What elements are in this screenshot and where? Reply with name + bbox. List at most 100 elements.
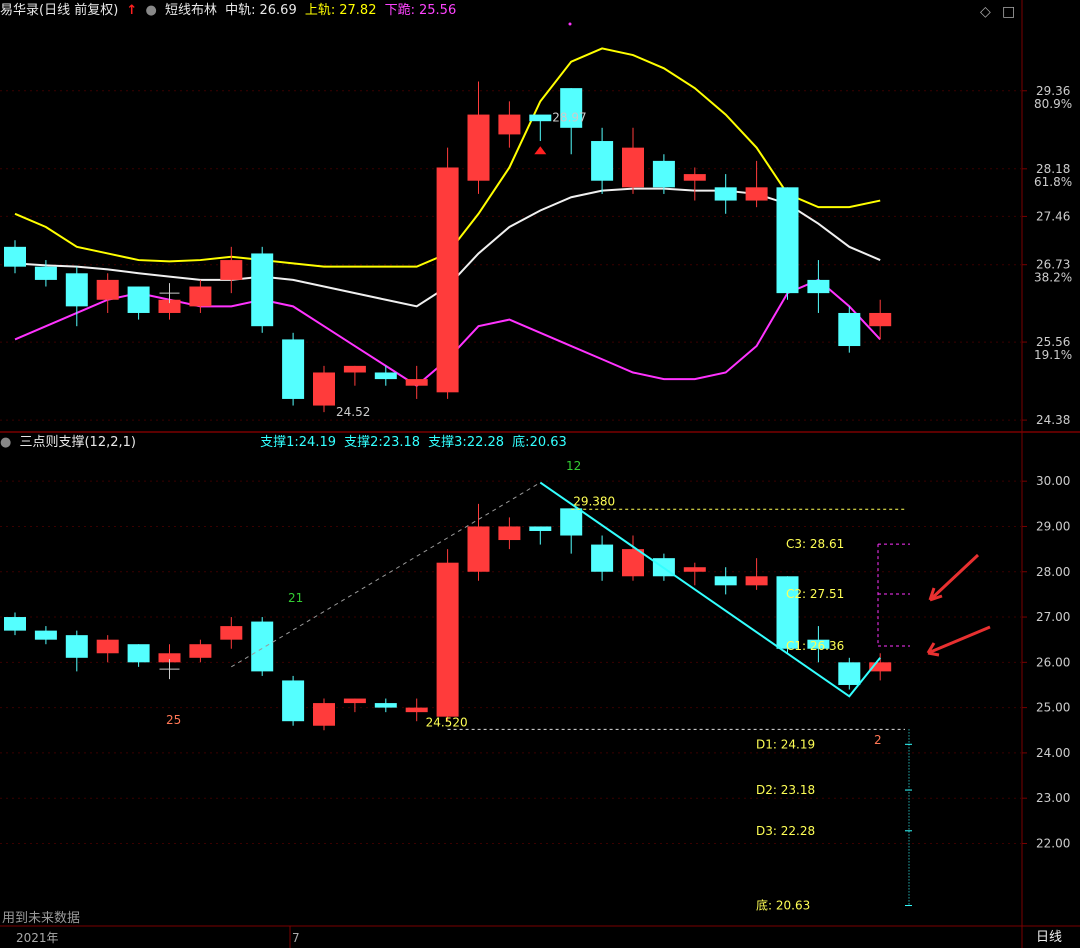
future-data-note: 用到未来数据 — [2, 911, 81, 926]
mid-value: 26.69 — [259, 3, 297, 18]
bottom-value: 20.63 — [529, 435, 567, 450]
p2-candle-body — [282, 680, 305, 722]
p1-candle-body — [436, 167, 459, 393]
mid-label: 中轨: — [225, 3, 256, 18]
p2-candle-body — [374, 703, 397, 708]
p1-candle-body — [869, 312, 892, 327]
trough-label: 24.520 — [426, 715, 468, 729]
stock-chart[interactable]: 29.36 28.18 27.46 26.73 25.56 24.38 80.9% 61.8%… — [0, 0, 1080, 948]
p1-candle-body — [251, 253, 274, 327]
stock-title[interactable]: 易华录(日线 前复权) — [0, 3, 118, 18]
p1-candle-body — [127, 286, 150, 313]
price-label: 28.00 — [1036, 565, 1070, 579]
x-axis-month: 7 — [292, 931, 300, 945]
support3-value: 22.28 — [466, 435, 505, 450]
period-selector[interactable]: 日线 — [1036, 928, 1062, 948]
p1-candle-body — [343, 365, 366, 373]
p1-candle-body — [745, 187, 768, 201]
marker-dot — [568, 22, 572, 26]
p1-candle-body — [189, 286, 212, 307]
support1-label: 支撑1: — [260, 435, 299, 450]
p1-candle-body — [776, 187, 799, 294]
lower-value: 25.56 — [419, 3, 457, 18]
price-label: 27.46 — [1036, 209, 1070, 223]
p2-candle-body — [220, 626, 243, 640]
p2-candle-body — [436, 562, 459, 717]
price-label: 26.00 — [1036, 655, 1070, 669]
support2-value: 23.18 — [382, 435, 421, 450]
p1-candle-body — [467, 114, 490, 181]
count-label: 25 — [166, 713, 181, 727]
p1-candle-body — [220, 260, 243, 280]
price-label: 30.00 — [1036, 474, 1070, 488]
p2-candle-body — [313, 703, 335, 726]
price-label: 23.00 — [1036, 791, 1070, 805]
panel1-header: 易华录(日线 前复权) ↑ ● 短线布林 中轨: 26.69 上轨: 27.82 下… — [0, 0, 460, 22]
panel2-title[interactable]: 三点则支撑(12,2,1) — [19, 435, 136, 450]
low-price-label: 24.52 — [336, 405, 370, 419]
count-label: 21 — [288, 591, 303, 605]
zigzag-dashed-line — [231, 482, 541, 668]
p1-candle-body — [374, 372, 397, 380]
annotation-arrow-icon — [926, 625, 991, 657]
p1-candle-body — [652, 160, 675, 188]
p2-candle-body — [560, 508, 583, 536]
support1-value: 24.19 — [298, 435, 336, 450]
support3-label: 支撑3: — [428, 435, 467, 450]
price-label: 25.56 — [1036, 335, 1070, 349]
peak-label: 29.380 — [573, 494, 615, 508]
percent-label: 19.1% — [1034, 348, 1072, 362]
diamond-icon[interactable]: ◇ — [980, 4, 991, 20]
p2-candle-body — [683, 567, 706, 572]
p1-candle-body — [529, 114, 552, 122]
p2-candle-body — [498, 526, 521, 541]
percent-label: 38.2% — [1034, 271, 1072, 285]
p2-candle-body — [405, 707, 428, 713]
p2-candle-body — [34, 630, 57, 640]
p2-candle-body — [4, 617, 26, 631]
expand-icon[interactable]: □ — [1002, 4, 1015, 20]
p1-candle-body — [96, 279, 119, 300]
p2-candle-body — [251, 621, 274, 672]
settings-circle-icon[interactable]: ● — [145, 3, 156, 18]
d-level-label: D1: 24.19 — [756, 737, 815, 751]
p1-candle-body — [838, 312, 861, 347]
price-label: 24.00 — [1036, 746, 1070, 760]
upper-value: 27.82 — [339, 3, 377, 18]
upper-label: 上轨: — [304, 3, 336, 18]
buy-signal-arrow-icon — [534, 146, 547, 155]
p2-candle-body — [96, 639, 119, 654]
p1-candle-body — [313, 372, 335, 406]
p1-candle-body — [591, 141, 614, 181]
x-axis-year: 2021年 — [16, 931, 59, 945]
c-level-label: C3: 28.61 — [786, 537, 844, 551]
p2-candle-body — [714, 576, 737, 586]
lower-label: 下跪: — [384, 3, 415, 18]
count-label: 2 — [874, 733, 882, 747]
d-level-label: D2: 23.18 — [756, 783, 815, 797]
price-label: 22.00 — [1036, 836, 1070, 850]
p2-candle-body — [529, 526, 552, 531]
d-level-label: D3: 22.28 — [756, 824, 815, 838]
p1-candle-body — [714, 187, 737, 201]
price-label: 27.00 — [1036, 610, 1070, 624]
c-level-label: C1: 26.36 — [786, 639, 844, 653]
c-level-label: C2: 27.51 — [786, 587, 844, 601]
p2-candle-body — [745, 576, 768, 586]
indicator-name[interactable]: 短线布林 — [165, 3, 217, 18]
p1-candle-body — [65, 273, 88, 307]
percent-label: 80.9% — [1034, 97, 1072, 111]
p1-candle-body — [34, 266, 57, 280]
settings-circle-icon[interactable]: ● — [0, 435, 11, 450]
price-label: 26.73 — [1036, 258, 1070, 272]
p2-candle-body — [189, 644, 212, 658]
bottom-label: 底: — [512, 435, 530, 450]
percent-label: 61.8% — [1034, 175, 1072, 189]
price-label: 29.36 — [1036, 84, 1070, 98]
price-label: 29.00 — [1036, 519, 1070, 533]
p1-candle-body — [807, 279, 830, 294]
p2-candle-body — [591, 544, 614, 572]
p1-candle-body — [405, 379, 428, 386]
annotation-arrow-icon — [928, 553, 980, 602]
up-arrow-icon: ↑ — [126, 3, 138, 18]
